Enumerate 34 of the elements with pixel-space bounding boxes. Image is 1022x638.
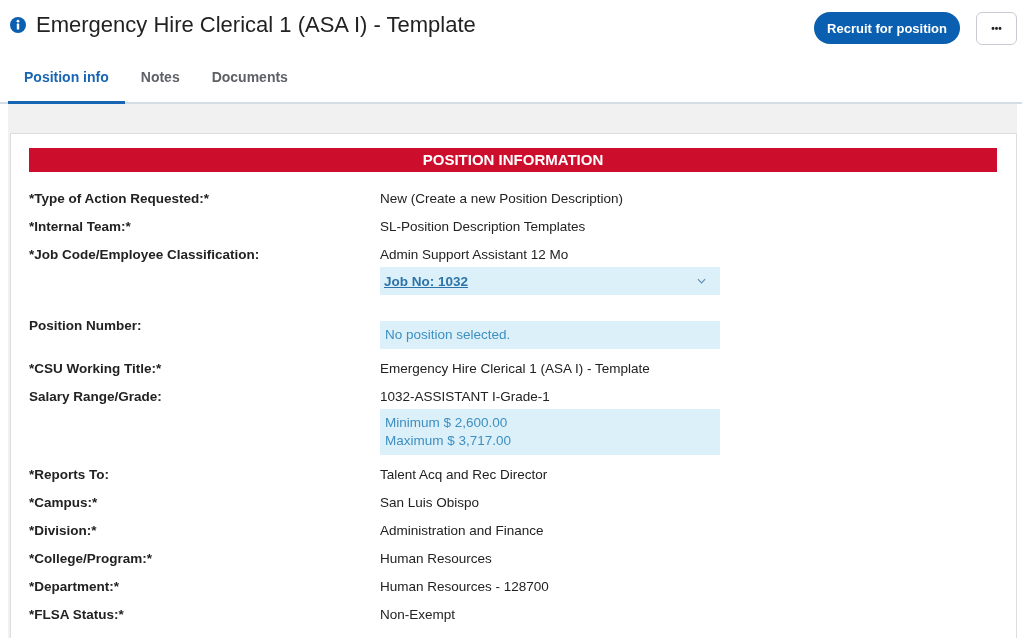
field-value: Emergency Hire Clerical 1 (ASA I) - Template — [380, 360, 651, 377]
info-box: Minimum $ 2,600.00 Maximum $ 3,717.00 — [380, 409, 720, 455]
info-box: No position selected. — [380, 321, 720, 349]
field-value: Admin Support Assistant 12 Mo — [380, 246, 570, 263]
field-label: *Internal Team:* — [29, 218, 132, 235]
field-value: Human Resources - 128700 — [380, 578, 550, 595]
field-label: *FLSA Status:* — [29, 606, 125, 623]
field-label: *CSU Working Title:* — [29, 360, 163, 377]
chevron-down-icon — [697, 278, 706, 284]
field-label: Position Number: — [29, 317, 143, 335]
page-title: Emergency Hire Clerical 1 (ASA I) - Template — [36, 12, 476, 38]
info-icon — [10, 17, 26, 33]
field-label: Salary Range/Grade: — [29, 388, 163, 406]
field-value: SL-Position Description Templates — [380, 218, 587, 235]
recruit-button[interactable]: Recruit for position — [814, 12, 960, 44]
tab[interactable]: Notes — [124, 65, 196, 104]
field-label: *Division:* — [29, 522, 98, 539]
field-label: *Department:* — [29, 578, 121, 595]
field-value: Human Resources — [380, 550, 493, 567]
field-value: Non-Exempt — [380, 606, 457, 623]
field-value: New (Create a new Position Description) — [380, 190, 625, 207]
job-dropdown[interactable]: Job No: 1032 — [380, 267, 720, 295]
tab[interactable]: Documents — [195, 65, 304, 104]
field-value: San Luis Obispo — [380, 494, 481, 511]
field-label: *Job Code/Employee Classification: — [29, 246, 261, 264]
field-value: Administration and Finance — [380, 522, 545, 539]
field-label: *College/Program:* — [29, 550, 154, 567]
field-value: Talent Acq and Rec Director — [380, 466, 549, 483]
field-label: *Reports To: — [29, 466, 110, 483]
section-heading: POSITION INFORMATION — [29, 148, 997, 172]
field-label: *Campus:* — [29, 494, 99, 511]
more-button[interactable]: ••• — [976, 11, 1017, 45]
field-value: 1032-ASSISTANT I-Grade-1 — [380, 388, 551, 405]
field-label: *Type of Action Requested:* — [29, 190, 210, 207]
